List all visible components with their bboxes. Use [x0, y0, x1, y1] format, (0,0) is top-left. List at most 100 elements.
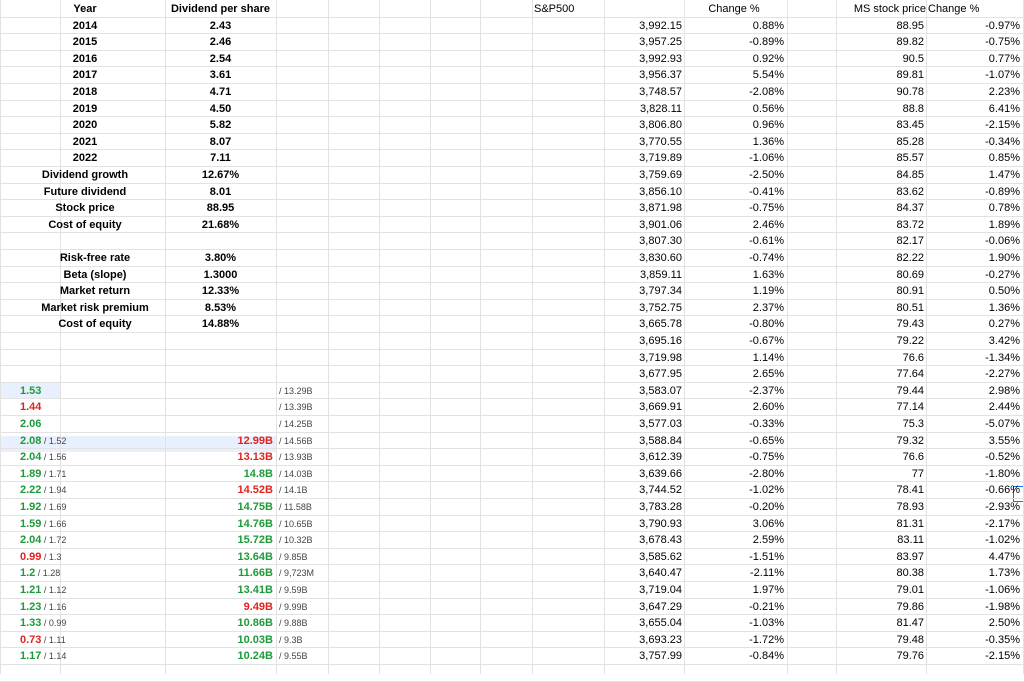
- sp500-change-cell[interactable]: -1.72%: [684, 632, 784, 648]
- sp500-cell[interactable]: 3,806.80: [604, 117, 682, 133]
- ms-change-cell[interactable]: -2.93%: [926, 499, 1020, 515]
- sp500-cell[interactable]: 3,583.07: [604, 383, 682, 399]
- sp500-cell[interactable]: 3,901.06: [604, 217, 682, 233]
- ms-price-cell[interactable]: 80.91: [836, 283, 924, 299]
- sp500-change-cell[interactable]: 0.88%: [684, 18, 784, 34]
- sp500-change-cell[interactable]: 3.06%: [684, 516, 784, 532]
- sp500-cell[interactable]: 3,748.57: [604, 84, 682, 100]
- ms-price-cell[interactable]: 77.14: [836, 399, 924, 415]
- sp500-change-cell[interactable]: -0.61%: [684, 233, 784, 249]
- revenue-actual-cell[interactable]: 13.64B: [165, 549, 273, 565]
- eps-cell[interactable]: 1.44: [20, 399, 165, 415]
- year-cell[interactable]: 2022: [20, 150, 150, 166]
- ms-change-cell[interactable]: -0.34%: [926, 134, 1020, 150]
- revenue-actual-cell[interactable]: 11.66B: [165, 565, 273, 581]
- ms-change-cell[interactable]: 2.44%: [926, 399, 1020, 415]
- ms-price-cell[interactable]: 79.48: [836, 632, 924, 648]
- revenue-estimate-cell[interactable]: / 9.3B: [279, 632, 329, 648]
- sp500-change-cell[interactable]: 1.14%: [684, 350, 784, 366]
- dividend-cell[interactable]: 7.11: [165, 150, 276, 166]
- revenue-actual-cell[interactable]: 15.72B: [165, 532, 273, 548]
- revenue-actual-cell[interactable]: 10.03B: [165, 632, 273, 648]
- eps-cell[interactable]: 1.23 / 1.16: [20, 599, 165, 615]
- ms-change-cell[interactable]: -1.34%: [926, 350, 1020, 366]
- sp500-cell[interactable]: 3,665.78: [604, 316, 682, 332]
- ms-price-cell[interactable]: 80.51: [836, 300, 924, 316]
- revenue-actual-cell[interactable]: 10.86B: [165, 615, 273, 631]
- capm-label-cell[interactable]: Market return: [20, 283, 170, 299]
- capm-label-cell[interactable]: Beta (slope): [20, 267, 170, 283]
- capm-value-cell[interactable]: 8.53%: [165, 300, 276, 316]
- sp500-cell[interactable]: 3,719.04: [604, 582, 682, 598]
- ms-price-cell[interactable]: 82.17: [836, 233, 924, 249]
- sp500-change-cell[interactable]: -0.41%: [684, 184, 784, 200]
- ms-change-cell[interactable]: 0.50%: [926, 283, 1020, 299]
- sp500-cell[interactable]: 3,830.60: [604, 250, 682, 266]
- ms-change-cell[interactable]: 2.23%: [926, 84, 1020, 100]
- sp500-change-cell[interactable]: -2.50%: [684, 167, 784, 183]
- ms-price-cell[interactable]: 79.44: [836, 383, 924, 399]
- ms-change-cell[interactable]: -1.02%: [926, 532, 1020, 548]
- sp500-cell[interactable]: 3,719.89: [604, 150, 682, 166]
- sp500-change-cell[interactable]: 1.97%: [684, 582, 784, 598]
- sp500-cell[interactable]: 3,588.84: [604, 433, 682, 449]
- ddm-value-cell[interactable]: 12.67%: [165, 167, 276, 183]
- ms-price-cell[interactable]: 79.32: [836, 433, 924, 449]
- ms-change-cell[interactable]: 2.98%: [926, 383, 1020, 399]
- sp500-cell[interactable]: 3,752.75: [604, 300, 682, 316]
- ms-price-cell[interactable]: 84.37: [836, 200, 924, 216]
- sp500-cell[interactable]: 3,719.98: [604, 350, 682, 366]
- sp500-change-cell[interactable]: -2.80%: [684, 466, 784, 482]
- sp500-change-cell[interactable]: 2.65%: [684, 366, 784, 382]
- sp500-change-cell[interactable]: -0.84%: [684, 648, 784, 664]
- eps-cell[interactable]: 1.53: [20, 383, 165, 399]
- ms-price-cell[interactable]: 82.22: [836, 250, 924, 266]
- ms-price-cell[interactable]: 83.11: [836, 532, 924, 548]
- year-cell[interactable]: 2020: [20, 117, 150, 133]
- revenue-actual-cell[interactable]: 14.8B: [165, 466, 273, 482]
- sp500-cell[interactable]: 3,669.91: [604, 399, 682, 415]
- revenue-actual-cell[interactable]: 13.13B: [165, 449, 273, 465]
- sp500-cell[interactable]: 3,807.30: [604, 233, 682, 249]
- sp500-cell[interactable]: 3,992.93: [604, 51, 682, 67]
- dividend-cell[interactable]: 4.50: [165, 101, 276, 117]
- ms-change-cell[interactable]: 0.27%: [926, 316, 1020, 332]
- sp500-cell[interactable]: 3,856.10: [604, 184, 682, 200]
- sp500-change-cell[interactable]: -1.06%: [684, 150, 784, 166]
- ms-change-cell[interactable]: -1.06%: [926, 582, 1020, 598]
- sp500-cell[interactable]: 3,871.98: [604, 200, 682, 216]
- sp500-cell[interactable]: 3,992.15: [604, 18, 682, 34]
- year-cell[interactable]: 2021: [20, 134, 150, 150]
- sp500-cell[interactable]: 3,639.66: [604, 466, 682, 482]
- sp500-change-cell[interactable]: 2.60%: [684, 399, 784, 415]
- ms-price-cell[interactable]: 76.6: [836, 350, 924, 366]
- header-dividend-per-share[interactable]: Dividend per share: [165, 1, 276, 17]
- eps-cell[interactable]: 1.89 / 1.71: [20, 466, 165, 482]
- dividend-cell[interactable]: 2.43: [165, 18, 276, 34]
- sp500-cell[interactable]: 3,759.69: [604, 167, 682, 183]
- year-cell[interactable]: 2014: [20, 18, 150, 34]
- ms-change-cell[interactable]: 1.89%: [926, 217, 1020, 233]
- eps-cell[interactable]: 2.06: [20, 416, 165, 432]
- header-sp500[interactable]: S&P500: [534, 1, 604, 17]
- revenue-actual-cell[interactable]: 12.99B: [165, 433, 273, 449]
- sp500-change-cell[interactable]: 0.96%: [684, 117, 784, 133]
- ms-price-cell[interactable]: 79.43: [836, 316, 924, 332]
- eps-cell[interactable]: 1.92 / 1.69: [20, 499, 165, 515]
- sp500-change-cell[interactable]: -0.89%: [684, 34, 784, 50]
- ms-price-cell[interactable]: 77.64: [836, 366, 924, 382]
- ms-price-cell[interactable]: 79.01: [836, 582, 924, 598]
- eps-cell[interactable]: 2.22 / 1.94: [20, 482, 165, 498]
- header-ms-price[interactable]: MS stock price: [834, 1, 926, 17]
- sp500-cell[interactable]: 3,655.04: [604, 615, 682, 631]
- ms-change-cell[interactable]: -1.07%: [926, 67, 1020, 83]
- year-cell[interactable]: 2019: [20, 101, 150, 117]
- dividend-cell[interactable]: 8.07: [165, 134, 276, 150]
- sp500-cell[interactable]: 3,828.11: [604, 101, 682, 117]
- sp500-change-cell[interactable]: -2.37%: [684, 383, 784, 399]
- ddm-value-cell[interactable]: 8.01: [165, 184, 276, 200]
- revenue-estimate-cell[interactable]: / 10.32B: [279, 532, 329, 548]
- ms-price-cell[interactable]: 80.38: [836, 565, 924, 581]
- ms-price-cell[interactable]: 83.62: [836, 184, 924, 200]
- ms-change-cell[interactable]: -0.52%: [926, 449, 1020, 465]
